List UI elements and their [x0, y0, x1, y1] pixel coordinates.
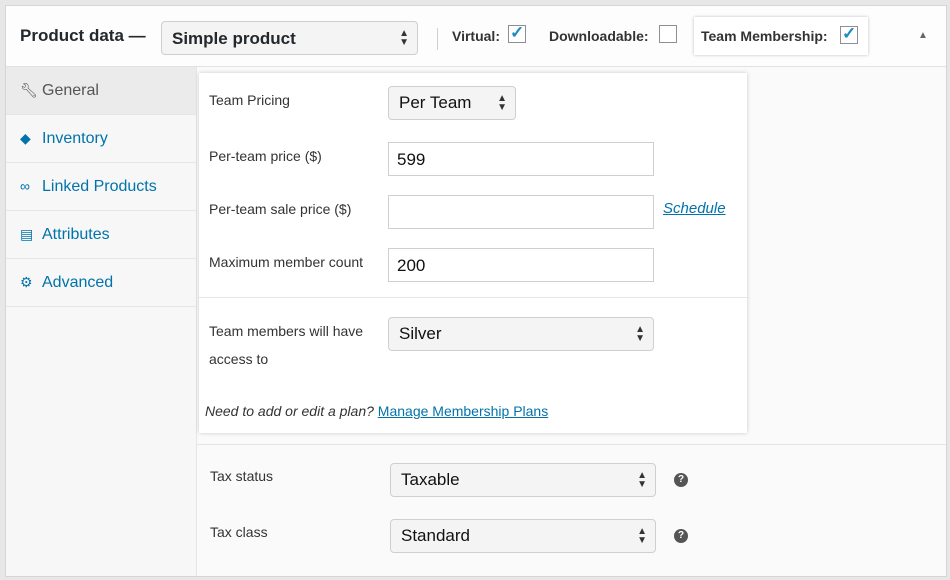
- tax-class-select[interactable]: Standard ▲ ▼: [390, 519, 656, 553]
- popup-divider: [199, 297, 747, 298]
- access-label: Team members will have: [209, 323, 364, 339]
- tab-advanced[interactable]: ⚙ Advanced: [6, 259, 196, 307]
- tab-general[interactable]: 🔧︎ General: [6, 67, 196, 115]
- max-member-count-label: Maximum member count: [209, 254, 364, 270]
- help-icon[interactable]: ?: [674, 473, 688, 487]
- max-member-count-input[interactable]: 200: [388, 248, 654, 282]
- tax-status-label: Tax status: [210, 468, 274, 484]
- select-arrows-icon: ▲ ▼: [497, 93, 507, 113]
- team-pricing-select[interactable]: Per Team ▲ ▼: [388, 86, 516, 120]
- tax-class-label: Tax class: [210, 524, 268, 540]
- access-label-line2: access to: [209, 351, 269, 367]
- tab-label: General: [42, 82, 99, 99]
- select-arrows-icon: ▲ ▼: [635, 324, 645, 344]
- tab-label: Linked Products: [42, 178, 157, 195]
- downloadable-checkbox[interactable]: [659, 25, 677, 43]
- per-team-price-label: Per-team price ($): [209, 148, 322, 164]
- product-type-select[interactable]: Simple product ▲ ▼: [161, 21, 418, 55]
- product-data-header: Product data — Simple product ▲ ▼ Virtual…: [6, 6, 946, 67]
- product-data-title: Product data —: [20, 26, 146, 45]
- link-icon: ∞: [20, 178, 30, 194]
- membership-plan-value: Silver: [399, 324, 442, 343]
- schedule-link[interactable]: Schedule: [663, 196, 726, 222]
- membership-plan-select[interactable]: Silver ▲ ▼: [388, 317, 654, 351]
- checkmark-icon: ✓: [510, 23, 525, 42]
- team-pricing-label: Team Pricing: [209, 92, 290, 108]
- product-data-tabs: 🔧︎ General ◆ Inventory ∞ Linked Products ▤ A…: [6, 67, 197, 576]
- tax-status-select[interactable]: Taxable ▲ ▼: [390, 463, 656, 497]
- tag-icon: ◆: [20, 130, 31, 146]
- virtual-checkbox[interactable]: ✓: [508, 23, 526, 43]
- collapse-toggle-icon[interactable]: ▲: [918, 30, 928, 41]
- tab-label: Inventory: [42, 130, 108, 147]
- virtual-label: Virtual:: [452, 28, 500, 44]
- manage-plans-note: Need to add or edit a plan? Manage Membe…: [205, 403, 548, 419]
- per-team-price-value: 599: [397, 150, 426, 169]
- team-membership-label: Team Membership:: [701, 28, 828, 44]
- per-team-sale-price-input[interactable]: [388, 195, 654, 229]
- team-pricing-panel: Team Pricing Per Team ▲ ▼ Per-team price …: [199, 73, 747, 433]
- product-type-value: Simple product: [172, 29, 296, 48]
- wrench-icon: 🔧︎: [20, 82, 38, 98]
- max-member-count-value: 200: [397, 256, 426, 275]
- header-divider: [437, 28, 438, 50]
- per-team-sale-price-label: Per-team sale price ($): [209, 201, 352, 217]
- select-arrows-icon: ▲ ▼: [637, 526, 647, 546]
- tax-class-value: Standard: [401, 526, 470, 545]
- downloadable-label: Downloadable:: [549, 28, 649, 44]
- tab-inventory[interactable]: ◆ Inventory: [6, 115, 196, 163]
- team-membership-checkbox[interactable]: ✓: [840, 24, 858, 44]
- team-membership-highlight: Team Membership: ✓: [694, 17, 868, 55]
- note-text: Need to add or edit a plan?: [205, 403, 374, 419]
- section-divider: [197, 444, 946, 445]
- manage-membership-plans-link[interactable]: Manage Membership Plans: [378, 403, 548, 419]
- help-icon[interactable]: ?: [674, 529, 688, 543]
- list-icon: ▤: [20, 226, 34, 242]
- tab-linked-products[interactable]: ∞ Linked Products: [6, 163, 196, 211]
- tab-label: Advanced: [42, 274, 114, 291]
- per-team-price-input[interactable]: 599: [388, 142, 654, 176]
- tab-label: Attributes: [42, 226, 110, 243]
- checkmark-icon: ✓: [842, 24, 857, 43]
- select-arrows-icon: ▲ ▼: [637, 470, 647, 490]
- tax-status-value: Taxable: [401, 470, 460, 489]
- gear-icon: ⚙: [20, 274, 33, 290]
- team-pricing-value: Per Team: [399, 93, 472, 112]
- select-arrows-icon: ▲ ▼: [399, 28, 409, 48]
- tab-attributes[interactable]: ▤ Attributes: [6, 211, 196, 259]
